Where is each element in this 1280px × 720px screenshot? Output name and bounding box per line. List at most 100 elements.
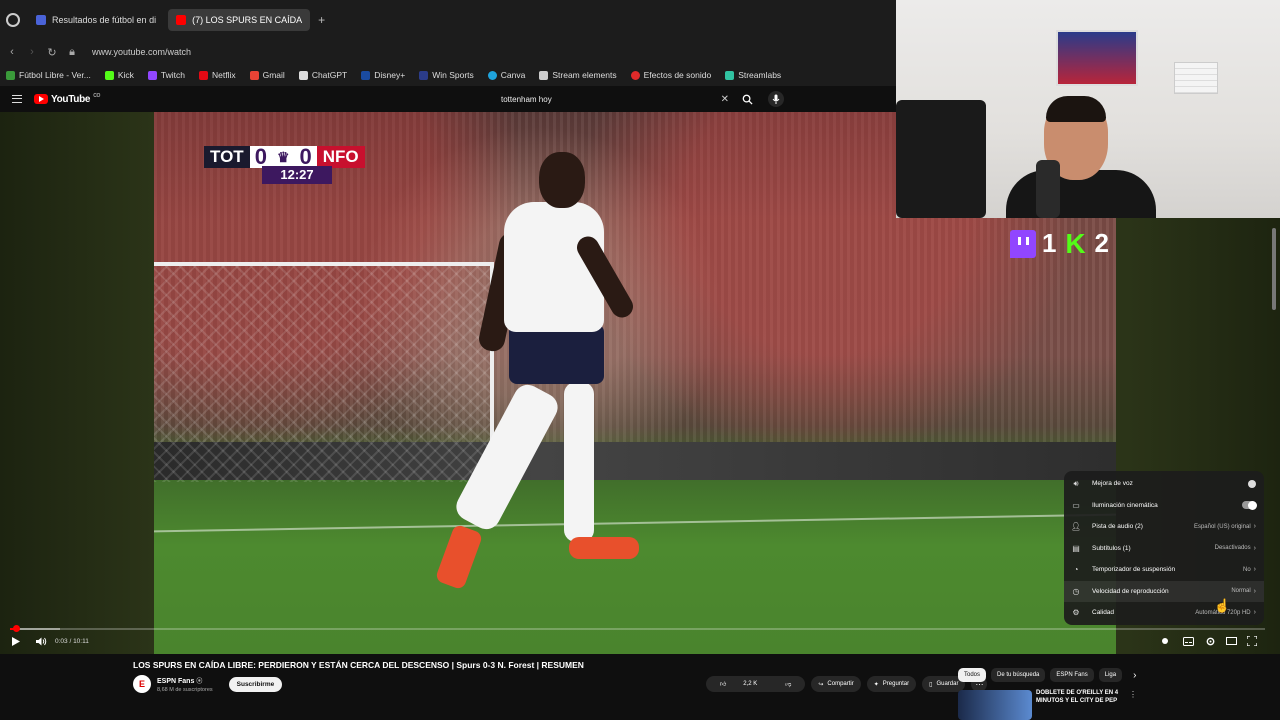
sparkle-icon: ✦: [873, 681, 879, 688]
bookmark-label: ChatGPT: [311, 70, 348, 80]
bookmark-canva[interactable]: Canva: [487, 70, 526, 80]
bookmark-chatgpt[interactable]: ChatGPT: [298, 70, 348, 80]
bookmark-kick[interactable]: Kick: [104, 70, 134, 80]
menu-item-playback-speed[interactable]: ◷ Velocidad de reproducción Normal ›: [1064, 580, 1264, 602]
ambient-mode-toggle[interactable]: [1242, 500, 1257, 510]
subscribe-button[interactable]: Suscribirme: [228, 676, 283, 692]
win-sports-icon: [419, 70, 429, 80]
search-input[interactable]: tottenham hoy ✕: [495, 90, 735, 108]
back-arrow-icon[interactable]: ‹: [6, 46, 18, 58]
bookmark-stream-elements[interactable]: Stream elements: [539, 70, 617, 80]
address-bar: ‹ › ↻ 🔒︎ www.youtube.com/watch: [0, 40, 896, 64]
kick-icon: [104, 70, 114, 80]
menu-item-value: Desactivados: [1214, 545, 1251, 552]
menu-item-audio-track[interactable]: 👤︎ Pista de audio (2) Español (US) origi…: [1064, 516, 1264, 538]
share-button[interactable]: ↪ Compartir: [811, 676, 861, 692]
menu-item-ambient-mode[interactable]: ▭ Iluminación cinemática: [1064, 495, 1264, 517]
recommended-thumbnail[interactable]: [958, 690, 1032, 720]
settings-menu: 🔊︎ Mejora de voz ▭ Iluminación cinemátic…: [1064, 471, 1264, 625]
quality-icon: ⚙︎: [1072, 608, 1080, 618]
chip-de-tu-busqueda[interactable]: De tu búsqueda: [991, 668, 1046, 682]
tab-youtube-video[interactable]: (7) LOS SPURS EN CAÍDA: [168, 9, 311, 31]
dislike-button[interactable]: 👎︎: [771, 680, 805, 688]
page-scrollbar[interactable]: [1272, 228, 1276, 310]
channel-name[interactable]: ESPN Fans ⦿: [157, 676, 213, 685]
chip-espn-fans[interactable]: ESPN Fans: [1050, 668, 1094, 682]
reload-icon[interactable]: ↻: [46, 46, 58, 59]
search-icon: [742, 94, 753, 105]
menu-item-voice-boost[interactable]: 🔊︎ Mejora de voz: [1064, 473, 1264, 495]
premier-league-icon: ♛: [271, 146, 295, 168]
sleep-timer-icon: ◔: [1073, 565, 1079, 575]
clear-search-icon[interactable]: ✕: [721, 94, 729, 105]
chevron-right-icon: ›: [1253, 587, 1256, 595]
voice-boost-icon: 🔊︎: [1073, 478, 1079, 488]
menu-item-label: Iluminación cinemática: [1092, 501, 1158, 509]
browser-logo-icon[interactable]: [6, 13, 20, 27]
fullscreen-button[interactable]: [1245, 635, 1259, 647]
bookmark-futbol-libre[interactable]: Fútbol Libre - Ver...: [6, 70, 91, 80]
forward-arrow-icon[interactable]: ›: [26, 46, 38, 58]
play-button[interactable]: [11, 636, 21, 646]
play-icon: [12, 636, 20, 646]
share-label: Compartir: [827, 681, 854, 687]
streamer-hair: [1046, 96, 1106, 122]
new-tab-button[interactable]: +: [318, 13, 325, 27]
wall-calendar: [1174, 62, 1218, 94]
more-vertical-icon[interactable]: ⋮: [1129, 690, 1137, 699]
home-team: TOT: [204, 146, 250, 168]
lock-icon: 🔒︎: [69, 45, 75, 58]
disney-icon: [361, 70, 371, 80]
channel-avatar[interactable]: E: [133, 675, 151, 693]
bookmark-streamlabs[interactable]: Streamlabs: [725, 70, 781, 80]
netflix-icon: [198, 70, 208, 80]
progress-bar[interactable]: [10, 625, 1265, 632]
autoplay-toggle[interactable]: [1158, 635, 1172, 647]
bookmark-label: Efectos de sonido: [643, 70, 712, 80]
captions-icon: [1182, 636, 1194, 646]
toggle-dot[interactable]: [1248, 479, 1256, 488]
recommended-title[interactable]: DOBLETE DE O'REILLY EN 4 MINUTOS Y EL CI…: [1036, 690, 1126, 720]
chip-todos[interactable]: Todos: [958, 668, 987, 682]
voice-search-button[interactable]: [768, 91, 784, 107]
menu-item-sleep-timer[interactable]: ◔ Temporizador de suspensión No ›: [1064, 559, 1264, 581]
volume-button[interactable]: [35, 637, 47, 646]
bookmark-twitch[interactable]: Twitch: [147, 70, 185, 80]
ask-button[interactable]: ✦ Preguntar: [866, 676, 917, 692]
recommended-video[interactable]: DOBLETE DE O'REILLY EN 4 MINUTOS Y EL CI…: [958, 690, 1126, 720]
theater-mode-button[interactable]: [1224, 635, 1238, 647]
menu-item-subtitles[interactable]: ▤ Subtítulos (1) Desactivados ›: [1064, 538, 1264, 560]
chip-liga[interactable]: Liga: [1098, 668, 1123, 682]
bookmark-efectos-sonido[interactable]: Efectos de sonido: [630, 70, 712, 80]
youtube-logo[interactable]: YouTube CO: [34, 93, 100, 105]
thumbs-down-icon: 👎︎: [785, 682, 792, 688]
search-query: tottenham hoy: [501, 94, 552, 104]
chevron-right-icon[interactable]: ›: [1133, 670, 1136, 681]
theater-icon: [1225, 637, 1237, 645]
tab-results[interactable]: Resultados de fútbol en di: [28, 9, 164, 31]
away-team: NFO: [316, 146, 365, 168]
bookmark-netflix[interactable]: Netflix: [198, 70, 236, 80]
gaming-chair: [896, 100, 986, 218]
search-button[interactable]: [740, 90, 754, 108]
url-field[interactable]: www.youtube.com/watch: [92, 47, 191, 57]
bookmark-win-sports[interactable]: Win Sports: [419, 70, 474, 80]
browser-tab-bar: Resultados de fútbol en di (7) LOS SPURS…: [0, 0, 896, 40]
bookmark-label: Stream elements: [552, 70, 617, 80]
menu-icon[interactable]: [12, 95, 22, 103]
subscriber-count: 8,68 M de suscriptores: [157, 686, 213, 693]
bookmark-disney[interactable]: Disney+: [361, 70, 405, 80]
menu-item-label: Calidad: [1092, 609, 1115, 617]
like-dislike-group: 👍︎ 2,2 K 👎︎: [706, 676, 806, 692]
youtube-header: YouTube CO tottenham hoy ✕: [0, 86, 896, 112]
webcam-overlay: [896, 0, 1280, 218]
like-button[interactable]: 👍︎ 2,2 K: [706, 680, 771, 688]
subtitles-icon: ▤: [1072, 543, 1080, 553]
settings-button[interactable]: [1203, 635, 1217, 647]
bookmark-gmail[interactable]: Gmail: [249, 70, 285, 80]
studio-microphone: [1036, 160, 1060, 218]
twitch-icon: [1010, 229, 1036, 258]
subtitles-button[interactable]: [1181, 635, 1195, 647]
bookmark-label: Canva: [500, 70, 526, 80]
menu-item-quality[interactable]: ⚙︎ Calidad Automático 720p HD ›: [1064, 602, 1264, 624]
